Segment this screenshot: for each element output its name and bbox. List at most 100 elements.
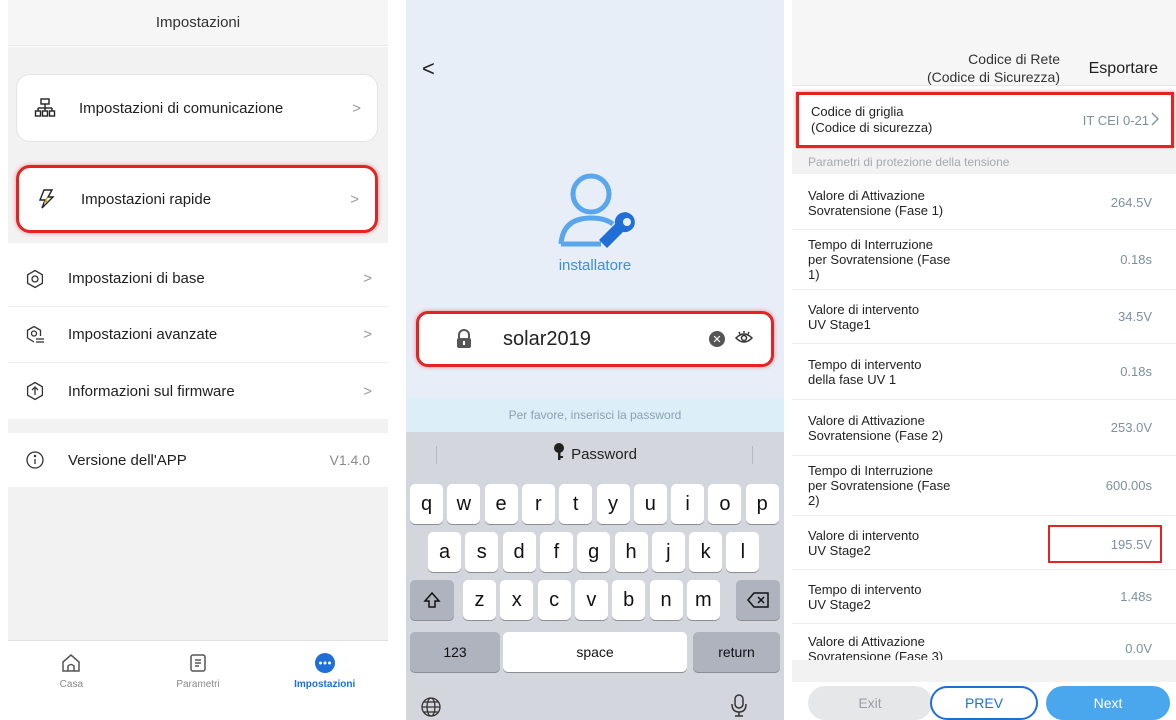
parameter-row[interactable]: Tempo di Interruzione per Sovratensione (… [792, 456, 1176, 516]
next-button[interactable]: Next [1046, 686, 1170, 720]
parameter-label-line: Valore di Attivazione [808, 412, 925, 428]
grid-code-label-line2: (Codice di sicurezza) [811, 120, 933, 135]
parameter-label-line: della fase UV 1 [808, 371, 897, 387]
parameter-value: 600.00s [1105, 478, 1152, 493]
chevron-right-icon: > [352, 99, 361, 117]
divider [436, 446, 437, 464]
chevron-right-icon: > [363, 326, 372, 343]
password-value: solar2019 [503, 327, 591, 350]
page-title: Impostazioni [8, 0, 388, 46]
key-b[interactable]: b [612, 580, 646, 620]
key-h[interactable]: h [614, 532, 648, 572]
parameter-row[interactable]: Tempo di intervento della fase UV 1 0.18s [792, 344, 1176, 400]
highlighted-parameter-value: 195.5V [1048, 525, 1162, 563]
export-button[interactable]: Esportare [1089, 60, 1158, 78]
more-icon [313, 651, 337, 675]
prev-button[interactable]: PREV [930, 686, 1038, 720]
key-u[interactable]: u [633, 484, 667, 524]
numbers-key[interactable]: 123 [410, 632, 500, 672]
microphone-icon[interactable] [730, 694, 748, 720]
parameter-label-line: UV Stage1 [808, 316, 871, 332]
key-g[interactable]: g [577, 532, 611, 572]
info-icon [24, 449, 46, 471]
key-c[interactable]: c [537, 580, 571, 620]
parameter-label: Tempo di Interruzione per Sovratensione (… [808, 237, 1120, 282]
key-k[interactable]: k [689, 532, 723, 572]
key-w[interactable]: w [447, 484, 481, 524]
parameter-value: 0.18s [1120, 252, 1152, 267]
advanced-settings-row[interactable]: Impostazioni avanzate > [8, 307, 388, 363]
key-a[interactable]: a [428, 532, 461, 572]
parameter-row[interactable]: Valore di Attivazione Sovratensione (Fase… [792, 176, 1176, 230]
key-t[interactable]: t [559, 484, 593, 524]
parameter-row[interactable]: Tempo di intervento UV Stage2 1.48s [792, 570, 1176, 624]
gear-list-icon [24, 324, 46, 346]
key-i[interactable]: i [671, 484, 705, 524]
grid-code-label: Codice di griglia (Codice di sicurezza) [811, 104, 1083, 136]
chevron-right-icon: > [350, 190, 359, 208]
quick-settings-card[interactable]: Impostazioni rapide > [16, 165, 378, 233]
grid-code-row[interactable]: Codice di griglia (Codice di sicurezza) … [796, 92, 1174, 148]
tab-casa[interactable]: Casa [8, 641, 135, 720]
space-key[interactable]: space [503, 632, 687, 672]
parameter-label-line: per Sovratensione (Fase [808, 478, 951, 493]
backspace-key[interactable] [736, 580, 780, 620]
key-r[interactable]: r [521, 484, 555, 524]
parameter-row[interactable]: Valore di Attivazione Sovratensione (Fase… [792, 400, 1176, 456]
lock-icon [455, 329, 475, 349]
card-label: Impostazioni rapide [81, 190, 212, 208]
on-screen-keyboard: Password 123 space return qwertyuiop asdf… [406, 432, 784, 720]
parameter-row[interactable]: Tempo di Interruzione per Sovratensione (… [792, 230, 1176, 290]
section-header: Parametri di protezione della tensione [792, 150, 1176, 174]
password-hint: Per favore, inserisci la password [406, 398, 784, 432]
key-p[interactable]: p [745, 484, 779, 524]
parameter-row[interactable]: Valore di intervento UV Stage2 195.5V [792, 516, 1176, 570]
basic-settings-row[interactable]: Impostazioni di base > [8, 251, 388, 307]
clear-icon[interactable]: ✕ [709, 331, 725, 347]
list-end-spacer [792, 660, 1176, 682]
lightning-icon [35, 187, 59, 211]
network-icon [33, 96, 57, 120]
globe-icon[interactable] [420, 696, 442, 720]
key-x[interactable]: x [500, 580, 534, 620]
home-icon [59, 651, 83, 675]
parameter-label: Valore di intervento UV Stage1 [808, 302, 1118, 332]
key-m[interactable]: m [686, 580, 720, 620]
key-q[interactable]: q [410, 484, 443, 524]
shift-key[interactable] [410, 580, 454, 620]
parameter-label-line: Valore di intervento [808, 301, 920, 317]
return-key[interactable]: return [693, 632, 780, 672]
key-j[interactable]: j [651, 532, 685, 572]
login-panel: < installatore solar2019 ✕ Per favore, i… [406, 0, 784, 720]
key-icon [553, 443, 565, 465]
eye-icon[interactable] [734, 330, 754, 348]
key-v[interactable]: v [574, 580, 608, 620]
tab-impostazioni[interactable]: Impostazioni [261, 641, 388, 720]
key-l[interactable]: l [726, 532, 760, 572]
chevron-right-icon: > [363, 382, 372, 400]
key-o[interactable]: o [708, 484, 742, 524]
key-d[interactable]: d [502, 532, 536, 572]
key-y[interactable]: y [596, 484, 630, 524]
communication-settings-card[interactable]: Impostazioni di comunicazione > [16, 74, 378, 142]
parameter-value: 1.48s [1120, 589, 1152, 604]
chevron-right-icon: > [363, 270, 372, 287]
parameter-label: Tempo di Interruzione per Sovratensione (… [808, 463, 1106, 508]
password-field[interactable]: solar2019 ✕ [416, 311, 774, 367]
key-s[interactable]: s [465, 532, 499, 572]
key-z[interactable]: z [463, 580, 496, 620]
tab-parametri[interactable]: Parametri [135, 641, 262, 720]
key-e[interactable]: e [484, 484, 518, 524]
grid-code-value: IT CEI 0-21 [1082, 112, 1149, 128]
key-f[interactable]: f [539, 532, 573, 572]
parameter-label-line: 1) [808, 267, 820, 282]
document-icon [186, 651, 210, 675]
section-divider [8, 419, 388, 433]
parameter-value: 253.0V [1110, 420, 1152, 435]
exit-button[interactable]: Exit [808, 686, 932, 720]
firmware-info-row[interactable]: Informazioni sul firmware > [8, 363, 388, 419]
app-version-value: V1.4.0 [329, 452, 370, 468]
key-n[interactable]: n [649, 580, 683, 620]
back-button[interactable]: < [422, 56, 435, 82]
parameter-row[interactable]: Valore di intervento UV Stage1 34.5V [792, 290, 1176, 344]
